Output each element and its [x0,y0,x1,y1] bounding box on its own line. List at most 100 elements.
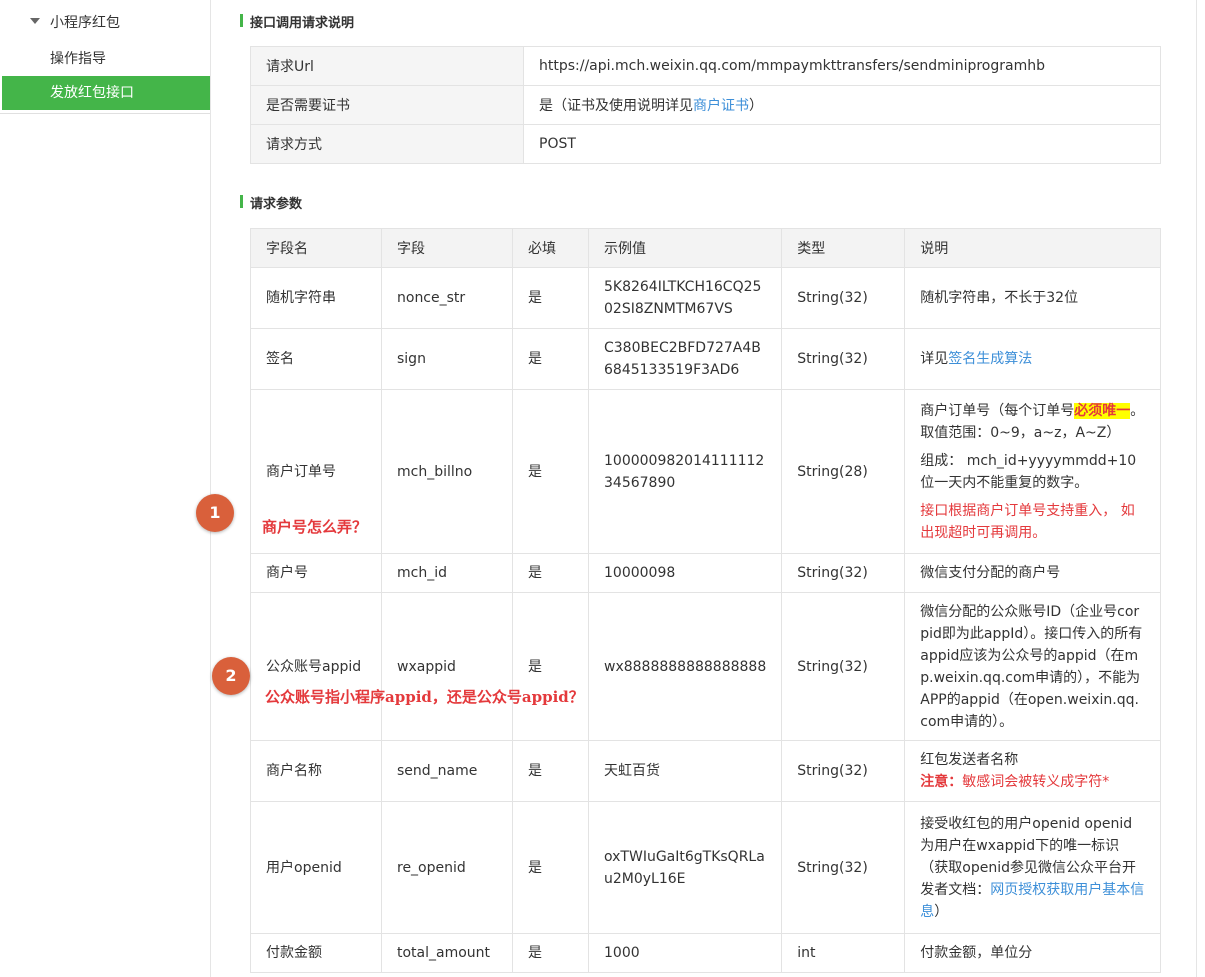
cell-desc: 付款金额，单位分 [904,933,1161,973]
warning-text: 敏感词会被转义成字符* [962,774,1110,790]
table-row: 用户openid re_openid 是 oxTWIuGaIt6gTKsQRLa… [250,801,1161,934]
cell-type: String(32) [781,801,906,934]
cell-field: wxappid [381,592,513,741]
cell-type: int [781,933,906,973]
column-header: 字段名 [250,228,382,268]
table-row: 商户号 mch_id 是 10000098 String(32) 微信支付分配的… [250,553,1161,593]
cell-name: 付款金额 [250,933,382,973]
cell-desc: 商户订单号（每个订单号必须唯一。取值范围：0~9，a~z，A~Z） 组成： mc… [904,389,1161,554]
merchant-cert-link[interactable]: 商户证书 [693,98,749,114]
sidebar-item-send-redpack-api[interactable]: 发放红包接口 [2,76,210,110]
table-row: 商户订单号 mch_billno 是 100000982014111112345… [250,389,1161,554]
divider [0,113,210,114]
params-table: 字段名 字段 必填 示例值 类型 说明 随机字符串 nonce_str 是 5K… [250,228,1161,973]
cell-field: total_amount [381,933,513,973]
column-header: 字段 [381,228,513,268]
cell-desc: 详见签名生成算法 [904,328,1161,390]
cell-field: mch_billno [381,389,513,554]
cell-example: 天虹百货 [587,740,783,802]
column-header: 必填 [512,228,589,268]
cert-required-value: 是（证书及使用说明详见商户证书） [523,85,1161,125]
sidebar: 小程序红包 操作指导 发放红包接口 [0,0,211,977]
request-url-value: https://api.mch.weixin.qq.com/mmpaymkttr… [523,46,1161,86]
table-row: 是否需要证书 是（证书及使用说明详见商户证书） [250,85,1161,125]
cell-required: 是 [512,267,589,329]
cell-name: 商户号 [250,553,382,593]
cell-field: mch_id [381,553,513,593]
cell-required: 是 [512,389,589,554]
column-header: 类型 [781,228,906,268]
cell-name: 公众账号appid [250,592,382,741]
cell-required: 是 [512,553,589,593]
table-cell-key: 请求方式 [250,124,524,164]
sidebar-item-guide[interactable]: 操作指导 [2,42,210,76]
cell-name: 用户openid [250,801,382,934]
cell-type: String(32) [781,267,906,329]
sign-algorithm-link[interactable]: 签名生成算法 [948,351,1032,367]
table-cell-key: 是否需要证书 [250,85,524,125]
main-content: 接口调用请求说明 请求Url https://api.mch.weixin.qq… [210,0,1195,977]
table-row: 签名 sign 是 C380BEC2BFD727A4B6845133519F3A… [250,328,1161,390]
table-cell-key: 请求Url [250,46,524,86]
request-info-table: 请求Url https://api.mch.weixin.qq.com/mmpa… [250,46,1161,164]
table-row: 随机字符串 nonce_str 是 5K8264ILTKCH16CQ2502SI… [250,267,1161,329]
desc-text: 商户订单号（每个订单号 [920,402,1075,419]
cell-field: send_name [381,740,513,802]
cell-example: oxTWIuGaIt6gTKsQRLau2M0yL16E [587,801,783,934]
table-header-row: 字段名 字段 必填 示例值 类型 说明 [250,228,1161,268]
cell-name: 签名 [250,328,382,390]
annotation-note-2: 公众账号指小程序appid，还是公众号appid？ [265,688,584,706]
cell-required: 是 [512,740,589,802]
desc-warning: 接口根据商户订单号支持重入， 如出现超时可再调用。 [920,502,1135,541]
cell-example: 10000098201411111234567890 [587,389,783,554]
sidebar-item-label: 发放红包接口 [50,85,134,101]
table-row: 请求方式 POST [250,124,1161,164]
cell-type: String(32) [781,328,906,390]
desc-line: 商户订单号（每个订单号必须唯一。取值范围：0~9，a~z，A~Z） [920,400,1145,444]
highlight-text: 必须唯一 [1074,402,1131,419]
warning-label: 注意： [920,774,963,790]
sidebar-group-mini-program-redpack[interactable]: 小程序红包 [0,0,210,40]
cell-field: re_openid [381,801,513,934]
table-row: 公众账号appid wxappid 是 wx8888888888888888 S… [250,592,1161,741]
section-title-request: 接口调用请求说明 [240,12,354,31]
section-title-params: 请求参数 [240,193,302,212]
cell-type: String(32) [781,740,906,802]
divider [1196,0,1197,977]
cell-name: 商户名称 [250,740,382,802]
annotation-badge-2: 2 [212,657,250,695]
cell-required: 是 [512,328,589,390]
cell-desc: 随机字符串，不长于32位 [904,267,1161,329]
table-row: 商户名称 send_name 是 天虹百货 String(32) 红包发送者名称… [250,740,1161,802]
cell-type: String(32) [781,592,906,741]
desc-line: 组成： mch_id+yyyymmdd+10位一天内不能重复的数字。 [920,452,1137,491]
table-row: 请求Url https://api.mch.weixin.qq.com/mmpa… [250,46,1161,86]
desc-warning: 注意：敏感词会被转义成字符* [920,771,1145,793]
sidebar-group-label: 小程序红包 [50,15,120,31]
column-header: 示例值 [587,228,783,268]
cell-field: sign [381,328,513,390]
cell-example: 5K8264ILTKCH16CQ2502SI8ZNMTM67VS [587,267,783,329]
request-method-value: POST [523,124,1161,164]
cert-text: 是（证书及使用说明详见 [539,98,693,114]
cell-required: 是 [512,801,589,934]
cell-example: C380BEC2BFD727A4B6845133519F3AD6 [587,328,783,390]
desc-text: 详见 [920,351,949,367]
cell-desc: 接受收红包的用户openid openid为用户在wxappid下的唯一标识（获… [904,801,1161,934]
column-header: 说明 [904,228,1161,268]
cell-type: String(28) [781,389,906,554]
cell-required: 是 [512,592,589,741]
cell-example: 10000098 [587,553,783,593]
desc-line: 红包发送者名称 [920,752,1019,768]
cell-field: nonce_str [381,267,513,329]
cert-text-suffix: ） [749,98,763,114]
annotation-note-1: 商户号怎么弄？ [262,518,368,536]
cell-desc: 红包发送者名称 注意：敏感词会被转义成字符* [904,740,1161,802]
cell-example: 1000 [587,933,783,973]
cell-required: 是 [512,933,589,973]
cell-example: wx8888888888888888 [587,592,783,741]
cell-desc: 微信支付分配的商户号 [904,553,1161,593]
sidebar-item-label: 操作指导 [50,51,106,67]
caret-down-icon [30,18,40,24]
table-row: 付款金额 total_amount 是 1000 int 付款金额，单位分 [250,933,1161,973]
